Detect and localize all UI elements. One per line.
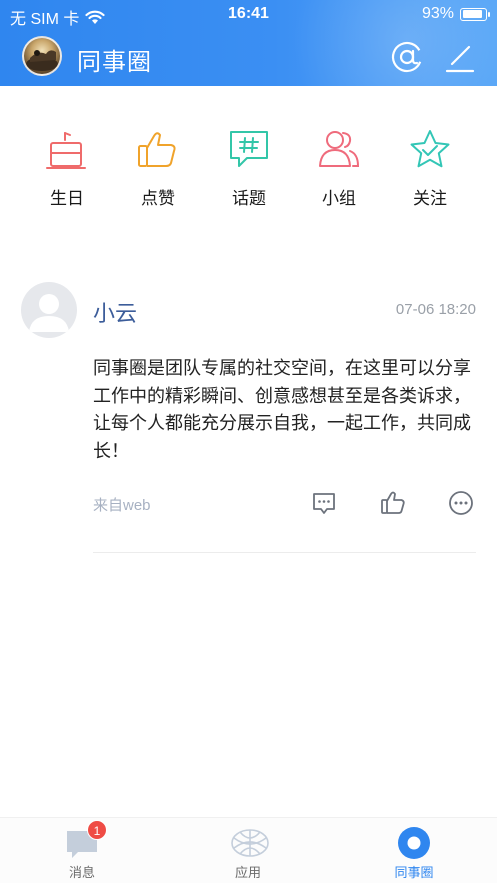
category-groups[interactable]: 小组: [299, 128, 379, 209]
post-divider: [93, 552, 476, 553]
birthday-cake-icon: [46, 132, 86, 169]
top-header: 无 SIM 卡 16:41 93% 同事圈: [0, 0, 497, 86]
category-birthday[interactable]: 生日: [27, 128, 107, 209]
avatar-image: [26, 50, 58, 71]
colleague-circle-icon: [396, 826, 432, 860]
message-icon: 1: [64, 820, 107, 860]
post-avatar[interactable]: [21, 282, 77, 338]
post-timestamp: 07-06 18:20: [395, 301, 476, 318]
tab-apps[interactable]: 应用: [203, 826, 293, 881]
more-icon: [449, 491, 473, 515]
comment-button[interactable]: [311, 490, 337, 516]
battery-group: 93%: [421, 5, 490, 23]
apps-icon: [230, 826, 269, 860]
user-avatar[interactable]: [22, 36, 62, 76]
category-label: 点赞: [141, 189, 175, 208]
tab-bar: 1 消息 应用 同事圈: [0, 817, 497, 883]
category-label: 话题: [232, 189, 266, 208]
screen: 无 SIM 卡 16:41 93% 同事圈 生日 点赞 话题 小组 关注 小云 …: [0, 0, 497, 883]
post-content: 同事圈是团队专属的社交空间，在这里可以分享工作中的精彩瞬间、创意感想甚至是各类诉…: [93, 358, 471, 461]
battery-percent: 93%: [421, 5, 454, 22]
unread-badge: 1: [87, 820, 107, 840]
page-title: 同事圈: [77, 49, 152, 76]
post-source: 来自web: [93, 497, 151, 514]
tab-messages[interactable]: 1 消息: [37, 820, 127, 881]
star-follow-icon: [410, 130, 450, 168]
like-icon: [381, 491, 405, 514]
comment-icon: [313, 493, 335, 514]
more-button[interactable]: [448, 490, 474, 516]
category-row: 生日 点赞 话题 小组 关注: [0, 128, 497, 218]
tab-colleague-circle[interactable]: 同事圈: [369, 826, 459, 881]
at-button[interactable]: [390, 40, 424, 74]
category-topics[interactable]: 话题: [209, 128, 289, 209]
edit-icon: [445, 45, 475, 73]
nav-bar: 同事圈: [0, 33, 497, 79]
tab-label: 消息: [68, 865, 95, 880]
battery-icon: [460, 7, 490, 21]
group-icon: [319, 131, 360, 167]
tab-label: 应用: [234, 865, 261, 880]
category-label: 关注: [413, 189, 447, 208]
status-bar: 无 SIM 卡 16:41 93%: [0, 0, 497, 30]
battery-fill: [462, 10, 483, 18]
topic-hashtag-icon: [230, 131, 268, 167]
like-button[interactable]: [380, 490, 406, 516]
compose-button[interactable]: [443, 40, 477, 74]
at-icon: [391, 41, 423, 73]
post-author[interactable]: 小云: [93, 296, 137, 328]
default-avatar-icon: [29, 294, 69, 332]
category-label: 小组: [322, 189, 356, 208]
thumbs-up-icon: [138, 132, 176, 167]
category-label: 生日: [50, 189, 84, 208]
category-likes[interactable]: 点赞: [118, 128, 198, 209]
category-follow[interactable]: 关注: [390, 128, 470, 209]
tab-label: 同事圈: [394, 865, 434, 880]
